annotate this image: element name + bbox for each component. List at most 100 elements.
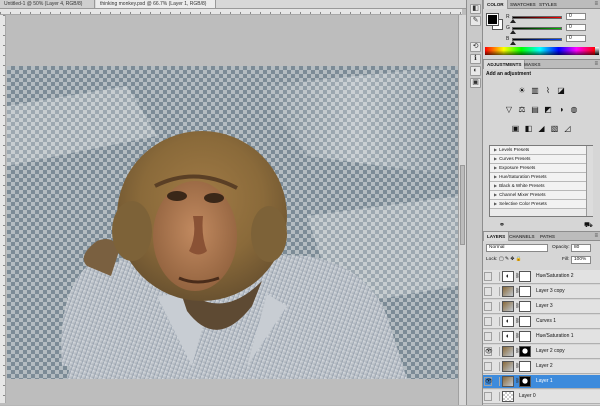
panel-menu-icon[interactable]: ≡ (594, 1, 598, 7)
mask-icon[interactable]: ▣ (470, 78, 481, 88)
visibility-eye-icon[interactable] (484, 362, 492, 371)
slider-red-track[interactable] (512, 16, 562, 19)
lock-icons[interactable]: ▢ ✎ ✥ 🔒 (499, 256, 522, 263)
slider-blue-value[interactable]: 0 (566, 35, 586, 42)
black-white-icon[interactable]: ◩ (543, 105, 553, 115)
color-balance-icon[interactable]: ▤ (530, 105, 540, 115)
panel-menu-icon[interactable]: ≡ (594, 233, 598, 239)
visibility-eye-icon[interactable] (484, 332, 492, 341)
layer-link-cell[interactable] (494, 272, 500, 281)
preset-item-curves[interactable]: ▶ Curves Presets (490, 155, 592, 164)
visibility-eye-icon[interactable] (484, 287, 492, 296)
document-window: Untitled-1 @ 50% (Layer 4, RGB/8) thinki… (0, 0, 466, 405)
layer-row[interactable]: 👁⛓Layer 2 copy (483, 345, 600, 359)
channel-mixer-icon[interactable]: ◍ (569, 105, 579, 115)
layer-mask-thumbnail[interactable] (519, 316, 531, 327)
posterize-icon[interactable]: ◧ (524, 124, 534, 134)
layer-link-cell[interactable] (494, 347, 500, 356)
preset-item-exposure[interactable]: ▶ Exposure Presets (490, 164, 592, 173)
expand-arrow-icon: ▶ (494, 183, 498, 188)
adjust-icon[interactable]: ◐ (470, 66, 481, 76)
tab-styles[interactable]: STYLES (536, 0, 560, 9)
slider-green-track[interactable] (512, 27, 562, 30)
vibrance-icon[interactable]: ▽ (504, 105, 514, 115)
tab-swatches[interactable]: SWATCHES (507, 0, 539, 9)
layer-link-cell[interactable] (494, 332, 500, 341)
visibility-eye-icon[interactable] (484, 302, 492, 311)
layer-mask-thumbnail[interactable] (519, 271, 531, 282)
layer-row[interactable]: ⛓Layer 3 copy (483, 285, 600, 299)
document-vertical-scrollbar[interactable] (458, 15, 466, 405)
info-icon[interactable]: ℹ (470, 54, 481, 64)
threshold-icon[interactable]: ◢ (537, 124, 547, 134)
color-swatch-icon[interactable]: ◧ (470, 4, 481, 14)
layer-link-cell[interactable] (494, 287, 500, 296)
layer-row[interactable]: ◐⛓Curves 1 (483, 315, 600, 329)
color-spectrum-bar[interactable] (485, 47, 595, 55)
layer-link-cell[interactable] (494, 362, 500, 371)
layer-row[interactable]: ⛓Layer 2 (483, 360, 600, 374)
presets-scrollbar[interactable] (586, 146, 593, 216)
layer-mask-thumbnail[interactable] (519, 301, 531, 312)
tab-color[interactable]: COLOR (483, 0, 508, 9)
levels-icon[interactable]: ▥ (530, 86, 540, 96)
slider-blue-knob[interactable] (510, 41, 516, 45)
preset-item-black-white[interactable]: ▶ Black & White Presets (490, 182, 592, 191)
visibility-eye-icon[interactable] (484, 272, 492, 281)
hue-saturation-icon[interactable]: ⚖ (517, 105, 527, 115)
gradient-map-icon[interactable]: ▧ (550, 124, 560, 134)
visibility-eye-icon[interactable] (484, 392, 492, 401)
selective-color-icon[interactable]: ◿ (563, 124, 573, 134)
image-canvas[interactable] (7, 66, 458, 379)
lock-label: Lock: (486, 257, 498, 262)
layer-row[interactable]: Layer 0 (483, 390, 600, 404)
visibility-eye-icon[interactable] (484, 317, 492, 326)
brightness-contrast-icon[interactable]: ☀ (517, 86, 527, 96)
invert-icon[interactable]: ▣ (511, 124, 521, 134)
visibility-eye-icon[interactable]: 👁 (484, 377, 493, 386)
tab-adjustments[interactable]: ADJUSTMENTS (483, 60, 526, 69)
foreground-color-swatch[interactable] (486, 13, 499, 26)
slider-red-knob[interactable] (510, 19, 516, 23)
layer-mask-thumbnail[interactable] (519, 376, 531, 387)
slider-blue-track[interactable] (512, 38, 562, 41)
layer-link-cell[interactable] (494, 377, 500, 386)
layer-link-cell[interactable] (494, 317, 500, 326)
document-tab-untitled[interactable]: Untitled-1 @ 50% (Layer 4, RGB/8) (0, 0, 95, 8)
slider-green-value[interactable]: 0 (566, 24, 586, 31)
layer-row[interactable]: 👁⛓Layer 1 (483, 375, 600, 389)
preset-item-channel-mixer[interactable]: ▶ Channel Mixer Presets (490, 191, 592, 200)
layer-mask-thumbnail[interactable] (519, 346, 531, 357)
fill-input[interactable]: 100% (571, 256, 591, 264)
layer-mask-thumbnail[interactable] (519, 331, 531, 342)
preset-item-levels[interactable]: ▶ Levels Presets (490, 146, 592, 155)
layer-link-cell[interactable] (494, 302, 500, 311)
preset-item-hue-saturation[interactable]: ▶ Hue/Saturation Presets (490, 173, 592, 182)
layer-link-cell[interactable] (494, 392, 500, 401)
slider-green-knob[interactable] (510, 30, 516, 34)
exposure-icon[interactable]: ◪ (556, 86, 566, 96)
document-tab-thinking-monkey[interactable]: thinking monkey.psd @ 66.7% (Layer 1, RG… (96, 0, 216, 8)
new-adjustment-icon[interactable]: ⛟ (584, 221, 593, 230)
preset-item-selective-color[interactable]: ▶ Selective Color Presets (490, 200, 592, 209)
photo-filter-icon[interactable]: ◑ (556, 105, 566, 115)
brush-icon[interactable]: ✎ (470, 16, 481, 26)
opacity-input[interactable]: 80 (571, 244, 591, 252)
curves-icon[interactable]: ⌇ (543, 86, 553, 96)
panel-menu-icon[interactable]: ≡ (594, 61, 598, 67)
tab-paths[interactable]: PATHS (537, 232, 558, 241)
tab-masks[interactable]: MASKS (521, 60, 544, 69)
layer-mask-thumbnail[interactable] (519, 361, 531, 372)
slider-red-value[interactable]: 0 (566, 13, 586, 20)
blend-mode-select[interactable]: Normal (486, 244, 548, 252)
visibility-eye-icon[interactable]: 👁 (484, 347, 493, 356)
layer-row[interactable]: ◐⛓Hue/Saturation 2 (483, 270, 600, 284)
layer-row[interactable]: ⛓Layer 3 (483, 300, 600, 314)
layer-mask-thumbnail[interactable] (519, 286, 531, 297)
scrollbar-thumb[interactable] (460, 165, 465, 245)
layer-row[interactable]: ◐⛓Hue/Saturation 1 (483, 330, 600, 344)
clip-to-layer-icon[interactable]: ⚭ (499, 221, 505, 229)
black-white-ramp[interactable] (595, 47, 599, 55)
tab-channels[interactable]: CHANNELS (506, 232, 538, 241)
history-icon[interactable]: ⟲ (470, 42, 481, 52)
